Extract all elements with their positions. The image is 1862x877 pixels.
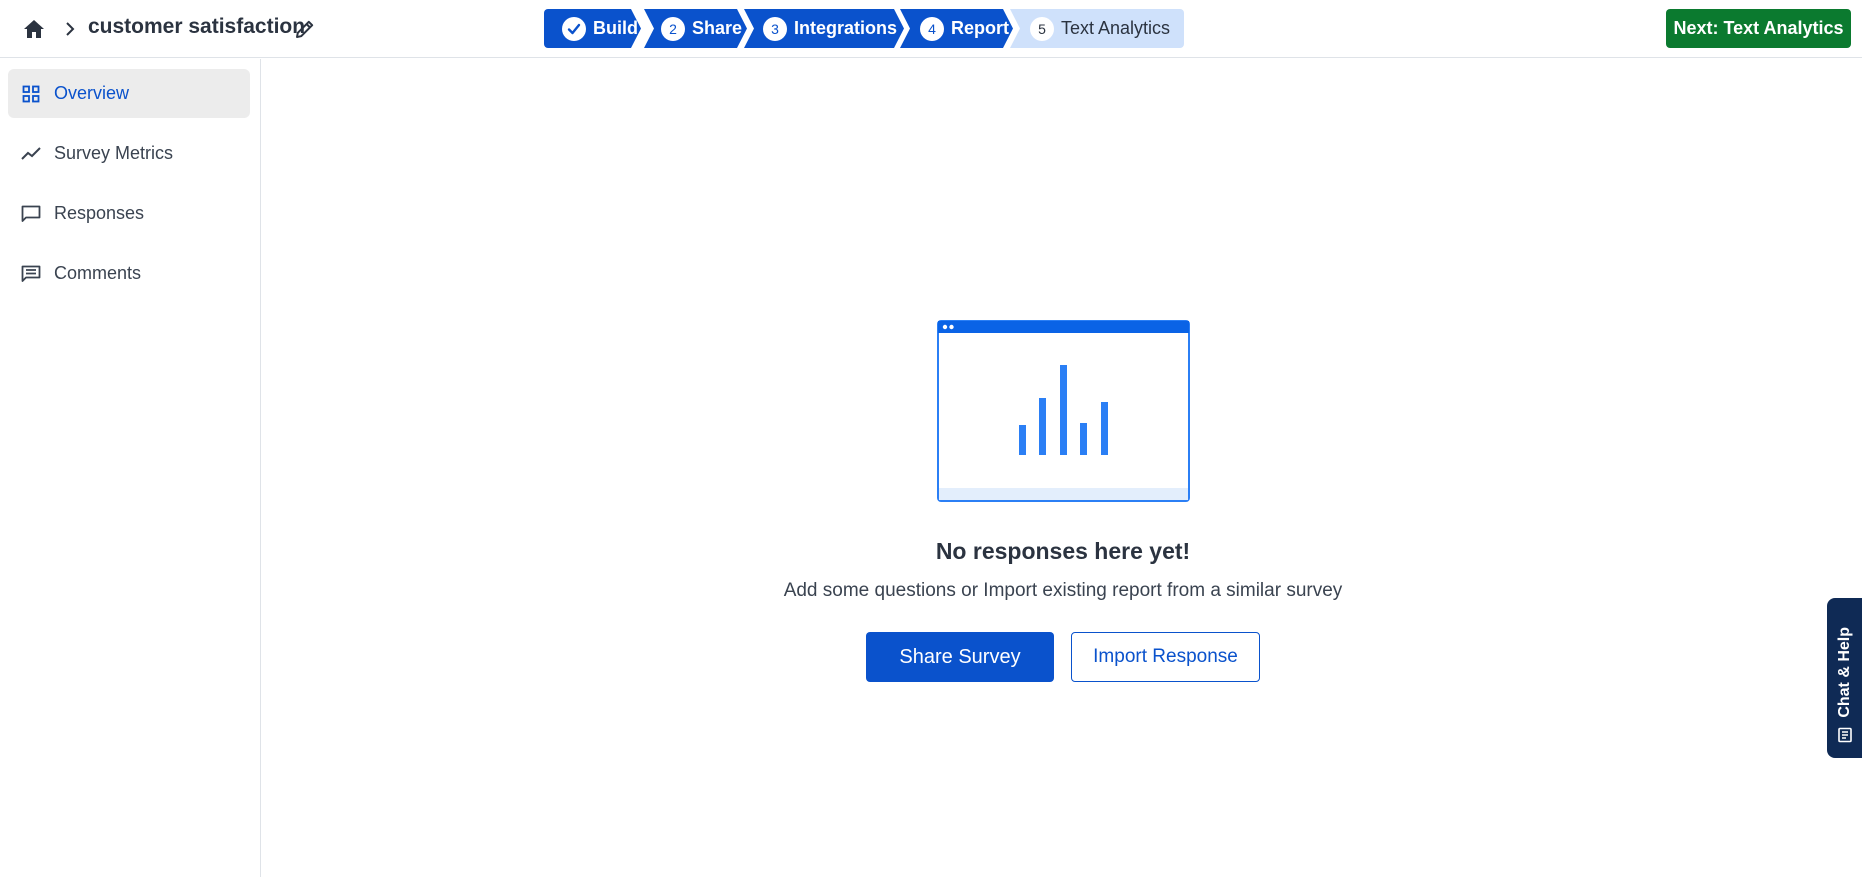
sidebar-item-label: Comments <box>54 263 142 283</box>
sidebar: Overview Survey Metrics Responses Commen… <box>0 59 261 877</box>
speech-bubble-icon <box>20 203 42 225</box>
step-label: Share <box>692 18 743 38</box>
home-icon[interactable] <box>20 16 48 42</box>
comment-lines-icon <box>20 263 42 285</box>
chat-help-label: Chat & Help <box>1835 627 1853 718</box>
check-icon <box>562 17 586 41</box>
step-number: 5 <box>1030 16 1054 41</box>
import-response-button[interactable]: Import Response <box>1071 632 1260 682</box>
step-label: Text Analytics <box>1061 18 1171 38</box>
sidebar-item-label: Responses <box>54 203 145 223</box>
share-survey-button[interactable]: Share Survey <box>866 632 1054 682</box>
chat-document-icon <box>1836 726 1854 744</box>
step-label: Integrations <box>794 18 898 38</box>
step-label: Build <box>593 18 638 38</box>
pencil-icon[interactable] <box>292 16 318 42</box>
step-build[interactable]: Build <box>544 9 641 48</box>
sidebar-item-survey-metrics[interactable]: Survey Metrics <box>8 129 250 178</box>
sidebar-item-overview[interactable]: Overview <box>8 69 250 118</box>
sidebar-item-comments[interactable]: Comments <box>8 249 250 298</box>
step-report[interactable]: 4 Report <box>900 9 1013 48</box>
chat-help-tab[interactable]: Chat & Help <box>1827 598 1862 758</box>
sidebar-item-label: Overview <box>54 83 130 103</box>
progress-stepper: Build 2 Share 3 Integrations 4 Report 5 … <box>544 9 1184 48</box>
step-number: 4 <box>920 17 944 41</box>
next-text-analytics-button[interactable]: Next: Text Analytics <box>1666 9 1851 48</box>
step-text-analytics[interactable]: 5 Text Analytics <box>1010 9 1184 48</box>
step-integrations[interactable]: 3 Integrations <box>744 9 904 48</box>
bar-chart-window-icon <box>937 320 1190 502</box>
survey-title: customer satisfaction <box>88 15 306 38</box>
grid-icon <box>20 83 42 105</box>
empty-state-subtitle: Add some questions or Import existing re… <box>783 580 1343 601</box>
sidebar-item-label: Survey Metrics <box>54 143 174 163</box>
step-number: 2 <box>661 17 685 41</box>
step-label: Report <box>951 18 1009 38</box>
empty-state-title: No responses here yet! <box>935 538 1191 564</box>
step-number: 3 <box>763 17 787 41</box>
sidebar-item-responses[interactable]: Responses <box>8 189 250 238</box>
trend-line-icon <box>20 143 42 165</box>
top-header: customer satisfaction Build 2 Share 3 In… <box>0 0 1862 58</box>
chevron-right-icon <box>62 19 78 39</box>
step-share[interactable]: 2 Share <box>644 9 747 48</box>
